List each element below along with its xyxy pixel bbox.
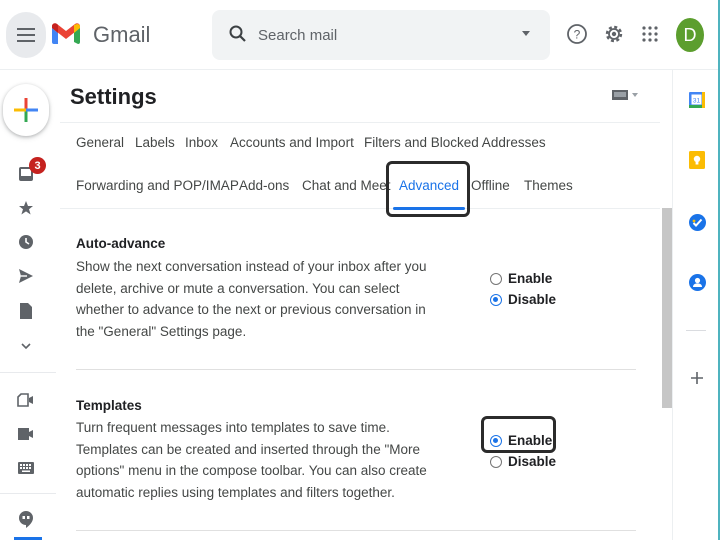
keyboard-icon [612,90,628,100]
search-input[interactable] [258,24,498,46]
advanced-tab-highlight [386,161,470,217]
settings-icon[interactable] [602,22,626,46]
templates-description: Turn frequent messages into templates to… [76,420,427,500]
tab-labels[interactable]: Labels [135,135,175,150]
option-label: Enable [508,271,553,286]
chevron-down-icon [632,93,638,97]
hangouts-icon[interactable] [16,510,36,530]
snoozed-icon[interactable] [16,232,36,252]
page-title: Settings [70,84,157,109]
tab-add-ons[interactable]: Add-ons [239,178,289,193]
section-divider [76,369,636,370]
gmail-logo[interactable] [50,18,82,50]
star-icon[interactable] [16,198,36,218]
tab-themes[interactable]: Themes [524,178,573,193]
tab-general[interactable]: General [76,135,124,150]
option-label: Disable [508,454,557,469]
tab-filters-and-blocked-addresses[interactable]: Filters and Blocked Addresses [364,135,546,150]
tab-forwarding-and-pop-imap[interactable]: Forwarding and POP/IMAP [76,178,239,193]
keyboard-icon[interactable] [16,458,36,478]
account-avatar[interactable]: D [676,18,704,52]
side-panel-divider [686,330,706,331]
auto-advance-enable-option[interactable]: Enable [490,271,552,286]
templates-enable-option[interactable]: Enable [490,433,552,448]
radio-button-selected[interactable] [490,293,502,306]
search-options-icon[interactable] [522,31,530,36]
option-label: Enable [508,433,553,448]
tab-offline[interactable]: Offline [471,178,510,193]
option-label: Disable [508,292,557,307]
input-tools-toggle[interactable] [612,90,638,100]
auto-advance-disable-option[interactable]: Disable [490,292,556,307]
drafts-icon[interactable] [16,301,36,321]
tab-accounts-and-import[interactable]: Accounts and Import [230,135,354,150]
more-icon[interactable] [16,336,36,356]
header: Gmail ? D [0,0,718,70]
section-divider [76,530,636,531]
gmail-window: Gmail ? D 3 [0,0,720,540]
sent-icon[interactable] [16,266,36,286]
search-icon[interactable] [228,24,248,44]
title-divider [60,122,660,123]
join-meeting-icon[interactable] [16,424,36,444]
new-meeting-icon[interactable] [16,390,36,410]
side-panel [672,70,718,540]
apps-icon[interactable] [638,22,662,46]
compose-button[interactable] [3,84,49,136]
compose-icon [14,98,38,122]
svg-text:?: ? [574,28,581,42]
rail-divider [0,372,56,373]
svg-text:31: 31 [693,98,701,105]
tasks-icon[interactable] [688,213,706,231]
main-menu-button[interactable] [6,12,46,58]
menu-icon [17,28,35,42]
radio-button-selected[interactable] [490,434,502,447]
add-addon-icon[interactable] [688,369,706,387]
auto-advance-description: Show the next conversation instead of yo… [76,259,427,339]
calendar-icon[interactable]: 31 [688,91,706,109]
tabs-divider [60,208,660,209]
search-bar[interactable] [212,10,550,60]
app-name: Gmail [93,22,151,47]
radio-button[interactable] [490,455,502,468]
templates-disable-option[interactable]: Disable [490,454,556,469]
inbox-unread-badge: 3 [29,157,46,174]
help-icon[interactable]: ? [565,22,589,46]
tab-inbox[interactable]: Inbox [185,135,218,150]
keep-icon[interactable] [688,151,706,169]
radio-button[interactable] [490,272,502,285]
scrollbar-thumb[interactable] [662,208,672,408]
rail-divider [0,493,56,494]
templates-title: Templates [76,398,142,413]
contacts-icon[interactable] [688,273,706,291]
auto-advance-title: Auto-advance [76,236,166,251]
tab-chat-and-meet[interactable]: Chat and Meet [302,178,391,193]
